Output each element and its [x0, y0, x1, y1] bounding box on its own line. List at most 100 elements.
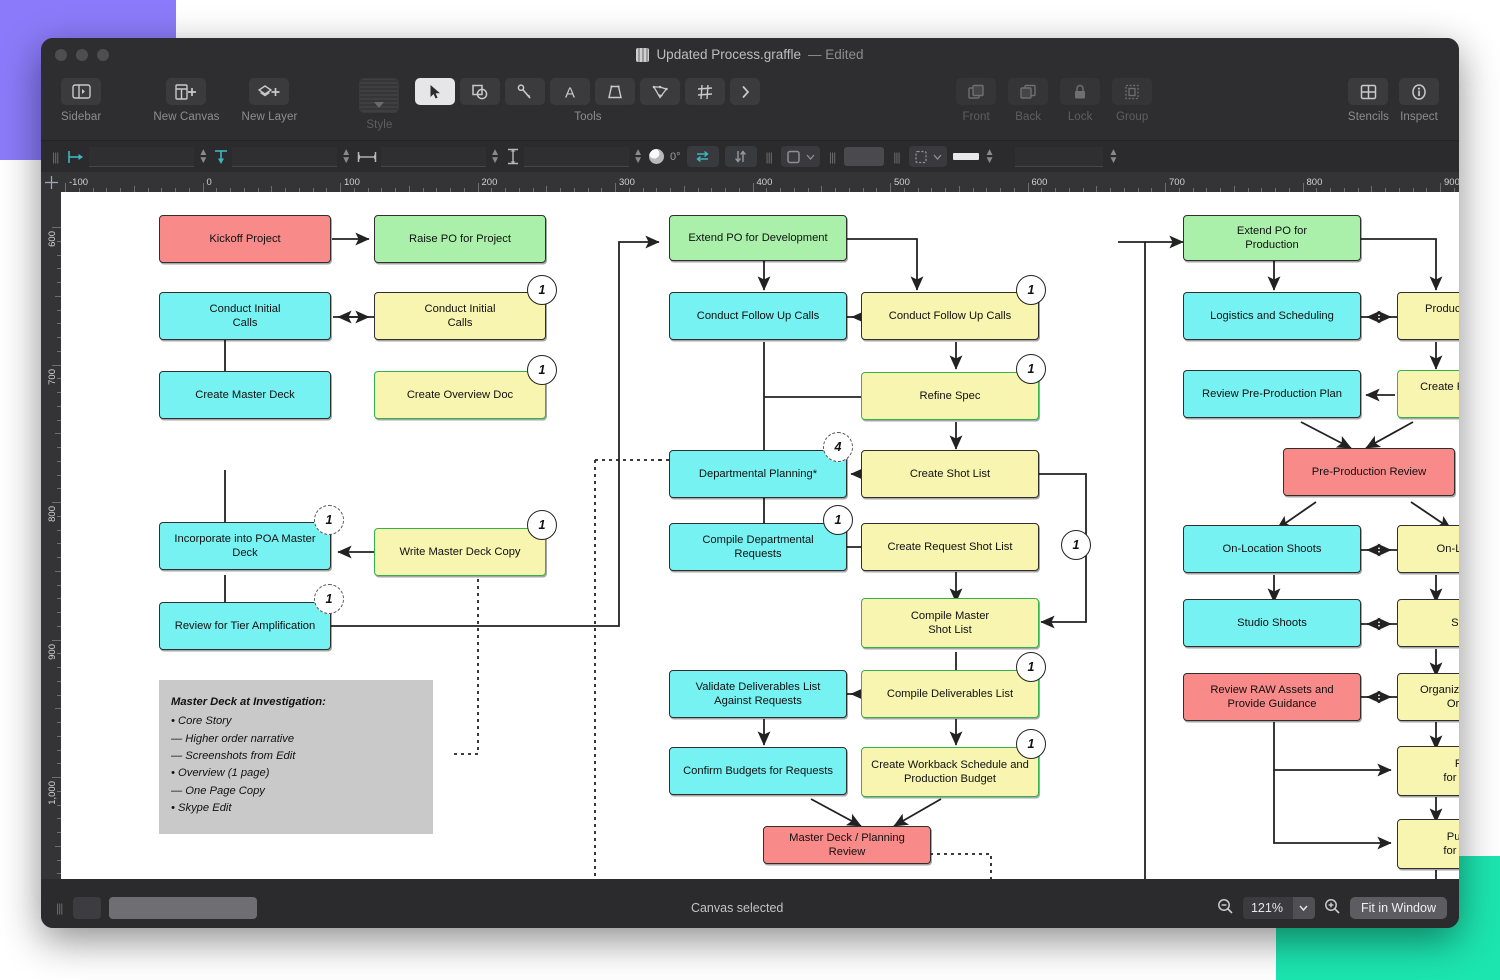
selection-tool-icon[interactable]: [415, 78, 456, 105]
line-tool-icon[interactable]: [505, 78, 546, 105]
node-studio-shoots-client[interactable]: Studio Shoots: [1183, 599, 1361, 647]
toolbar-item-stencils[interactable]: Stencils: [1348, 78, 1389, 123]
node-conduct-follow-up-calls-client[interactable]: Conduct Follow Up Calls: [669, 292, 847, 340]
x-position-field[interactable]: ▲ ▼: [67, 147, 208, 167]
node-studio-shoots-agency[interactable]: Studio Shoots: [1397, 599, 1459, 647]
shape-library-tool-icon[interactable]: [595, 78, 636, 105]
toolbar-item-group[interactable]: Group: [1112, 78, 1153, 123]
toolbar-item-new-canvas[interactable]: New Canvas: [153, 78, 219, 123]
node-production-logistics-scheduling[interactable]: Production Logistics andScheduling: [1397, 292, 1459, 340]
style-icon[interactable]: [359, 78, 400, 113]
shape-style-dropdown[interactable]: [780, 146, 820, 167]
node-conduct-follow-up-calls-agency[interactable]: Conduct Follow Up Calls: [861, 292, 1039, 340]
node-review-preproduction-plan[interactable]: Review Pre-Production Plan: [1183, 370, 1361, 418]
status-drag-grip-icon[interactable]: |||: [53, 901, 65, 915]
node-pull-100-photos[interactable]: Pull 100 Photosfor Consideration: [1397, 819, 1459, 869]
node-raise-po[interactable]: Raise PO for Project: [374, 215, 546, 263]
drag-grip-icon-4[interactable]: |||: [890, 150, 902, 164]
toolbar-item-lock[interactable]: Lock: [1060, 78, 1101, 123]
zoom-level-value[interactable]: 121%: [1243, 901, 1293, 915]
back-icon[interactable]: [1008, 78, 1049, 105]
flip-vertical-button[interactable]: [724, 146, 757, 167]
new-canvas-icon[interactable]: [166, 78, 207, 105]
width-input[interactable]: [381, 147, 487, 167]
stroke-width-preview[interactable]: [952, 153, 979, 160]
toolbar-item-sidebar[interactable]: Sidebar: [61, 78, 101, 123]
toolbar-item-front[interactable]: Front: [956, 78, 997, 123]
rotation-knob[interactable]: [648, 149, 664, 164]
node-create-master-deck[interactable]: Create Master Deck: [159, 371, 331, 419]
node-compile-master-shot-list[interactable]: Compile Master Shot List: [861, 598, 1039, 648]
node-create-overview-doc[interactable]: Create Overview Doc: [374, 371, 546, 419]
fill-color-swatch[interactable]: [844, 147, 885, 166]
front-icon[interactable]: [956, 78, 997, 105]
toolbar-item-inspect[interactable]: Inspect: [1399, 78, 1439, 123]
rotation-value[interactable]: 0°: [670, 151, 681, 163]
sidebar-icon[interactable]: [61, 78, 102, 105]
node-on-location-shoots-agency[interactable]: On-Location Shoots: [1397, 525, 1459, 573]
text-tool-icon[interactable]: A: [550, 78, 591, 105]
grid-tool-icon[interactable]: [685, 78, 726, 105]
node-incorporate-poa-master-deck[interactable]: Incorporate into POA Master Deck: [159, 522, 331, 570]
stroke-style-dropdown[interactable]: [908, 146, 947, 167]
chevron-down-icon[interactable]: [1292, 897, 1315, 919]
diagram-canvas[interactable]: Kickoff Project Raise PO for Project Con…: [61, 192, 1459, 879]
node-compile-departmental-requests[interactable]: Compile Departmental Requests: [669, 523, 847, 571]
node-validate-deliverables[interactable]: Validate Deliverables List Against Reques…: [669, 670, 847, 718]
drag-grip-icon[interactable]: |||: [49, 150, 61, 164]
pen-tool-icon[interactable]: [640, 78, 681, 105]
horizontal-ruler[interactable]: -100 0 100 200 300 400 500 600 700 800 900: [41, 172, 1459, 192]
node-departmental-planning[interactable]: Departmental Planning*: [669, 450, 847, 498]
y-position-field[interactable]: ▲ ▼: [214, 147, 351, 167]
height-field[interactable]: ▲ ▼: [506, 147, 643, 167]
node-extend-po-production[interactable]: Extend PO for Production: [1183, 215, 1361, 261]
fit-in-window-button[interactable]: Fit in Window: [1349, 897, 1447, 919]
node-review-tier-amplification[interactable]: Review for Tier Amplification: [159, 602, 331, 650]
y-position-input[interactable]: [232, 147, 338, 167]
master-deck-note[interactable]: Master Deck at Investigation: • Core Sto…: [159, 680, 433, 834]
node-logistics-scheduling-client[interactable]: Logistics and Scheduling: [1183, 292, 1361, 340]
width-stepper[interactable]: ▲ ▼: [490, 147, 500, 165]
node-on-location-shoots-client[interactable]: On-Location Shoots: [1183, 525, 1361, 573]
node-compile-deliverables-list[interactable]: Compile Deliverables List: [861, 670, 1039, 718]
node-refine-spec[interactable]: Refine Spec: [861, 372, 1039, 420]
layer-toggle-button[interactable]: [73, 897, 102, 919]
drag-grip-icon-3[interactable]: |||: [826, 150, 838, 164]
x-position-input[interactable]: [89, 147, 195, 167]
height-stepper[interactable]: ▲ ▼: [633, 147, 643, 165]
height-input[interactable]: [524, 147, 630, 167]
node-organize-raw-assets[interactable]: Organize RAW Assets andOrder Transfers: [1397, 673, 1459, 721]
width-field[interactable]: ▲ ▼: [357, 147, 500, 167]
stencils-icon[interactable]: [1348, 78, 1389, 105]
canvas-area[interactable]: -100 0 100 200 300 400 500 600 700 800 900 600 700 8…: [41, 172, 1459, 879]
node-master-deck-planning-review[interactable]: Master Deck / Planning Review: [763, 826, 931, 864]
node-conduct-initial-calls-client[interactable]: Conduct Initial Calls: [159, 292, 331, 340]
node-preproduction-review[interactable]: Pre-Production Review: [1283, 448, 1455, 496]
ruler-origin-icon[interactable]: [41, 172, 61, 192]
zoom-level-field[interactable]: 121%: [1242, 897, 1315, 919]
node-kickoff[interactable]: Kickoff Project: [159, 215, 331, 263]
inspect-icon[interactable]: [1399, 78, 1439, 105]
node-pull-50-clips[interactable]: Pull 50 Clipsfor Consideration: [1397, 746, 1459, 796]
lock-icon[interactable]: [1060, 78, 1101, 105]
vertical-ruler[interactable]: 600 700 800 900 1,000: [41, 172, 61, 879]
node-confirm-budgets[interactable]: Confirm Budgets for Requests: [669, 747, 847, 795]
node-create-request-shot-list[interactable]: Create Request Shot List: [861, 523, 1039, 571]
flip-horizontal-button[interactable]: [686, 146, 719, 167]
node-conduct-initial-calls-agency[interactable]: Conduct Initial Calls: [374, 292, 546, 340]
stroke-value-stepper[interactable]: ▲ ▼: [1109, 147, 1119, 165]
shape-tool-icon[interactable]: [460, 78, 501, 105]
node-extend-po-development[interactable]: Extend PO for Development: [669, 215, 847, 261]
stroke-width-stepper[interactable]: ▲ ▼: [985, 147, 995, 165]
toolbar-item-back[interactable]: Back: [1008, 78, 1049, 123]
y-stepper[interactable]: ▲ ▼: [341, 147, 351, 165]
zoom-in-icon[interactable]: [1324, 898, 1341, 918]
x-stepper[interactable]: ▲ ▼: [198, 147, 208, 165]
node-create-production-plan[interactable]: Create Production Plan forReview: [1397, 370, 1459, 418]
drag-grip-icon-2[interactable]: |||: [763, 150, 775, 164]
new-layer-icon[interactable]: [249, 78, 290, 105]
canvas-selector-button[interactable]: [109, 897, 258, 919]
node-create-shot-list[interactable]: Create Shot List: [861, 450, 1039, 498]
toolbar-item-style[interactable]: Style: [359, 78, 400, 131]
node-review-raw-assets[interactable]: Review RAW Assets and Provide Guidance: [1183, 673, 1361, 721]
